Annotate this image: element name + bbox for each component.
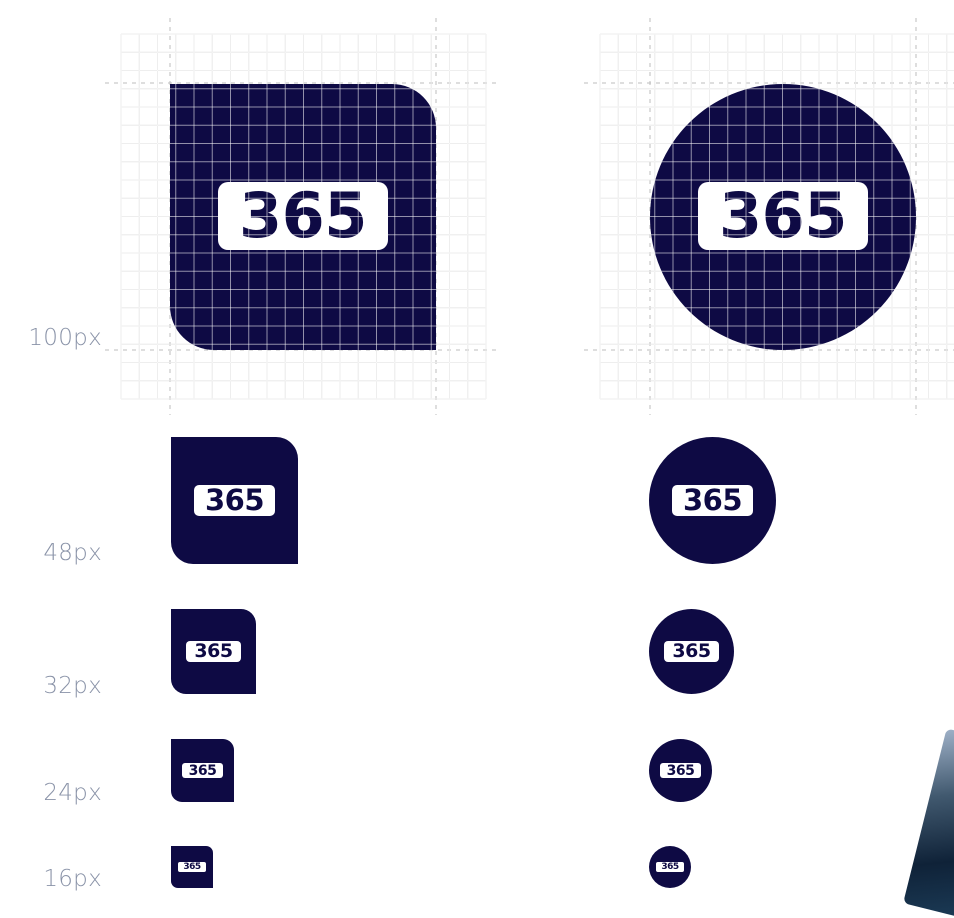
badge-365-label: 365 — [178, 862, 206, 872]
app-icon-rounded-square-32: 365 — [171, 609, 256, 694]
app-icon-circle-16: 365 — [649, 846, 691, 888]
app-icon-rounded-square-16: 365 — [171, 846, 213, 888]
app-icon-rounded-square-100: 365 — [170, 84, 436, 350]
size-label-100: 100px — [28, 325, 102, 351]
size-label-16: 16px — [43, 866, 102, 892]
size-label-32: 32px — [43, 673, 102, 699]
app-icon-rounded-square-24: 365 — [171, 739, 234, 802]
app-icon-circle-32: 365 — [649, 609, 734, 694]
badge-365-label: 365 — [182, 763, 223, 778]
badge-365-label: 365 — [186, 641, 241, 662]
app-icon-circle-24: 365 — [649, 739, 712, 802]
size-label-48: 48px — [43, 540, 102, 566]
badge-365-label: 365 — [672, 485, 753, 516]
app-icon-circle-48: 365 — [649, 437, 776, 564]
badge-365-label: 365 — [194, 485, 275, 516]
badge-365-label: 365 — [698, 182, 868, 250]
badge-365-label: 365 — [660, 763, 701, 778]
badge-365-label: 365 — [218, 182, 388, 250]
app-icon-rounded-square-48: 365 — [171, 437, 298, 564]
size-label-24: 24px — [43, 780, 102, 806]
badge-365-label: 365 — [656, 862, 684, 872]
badge-365-label: 365 — [664, 641, 719, 662]
app-icon-circle-100: 365 — [650, 84, 916, 350]
